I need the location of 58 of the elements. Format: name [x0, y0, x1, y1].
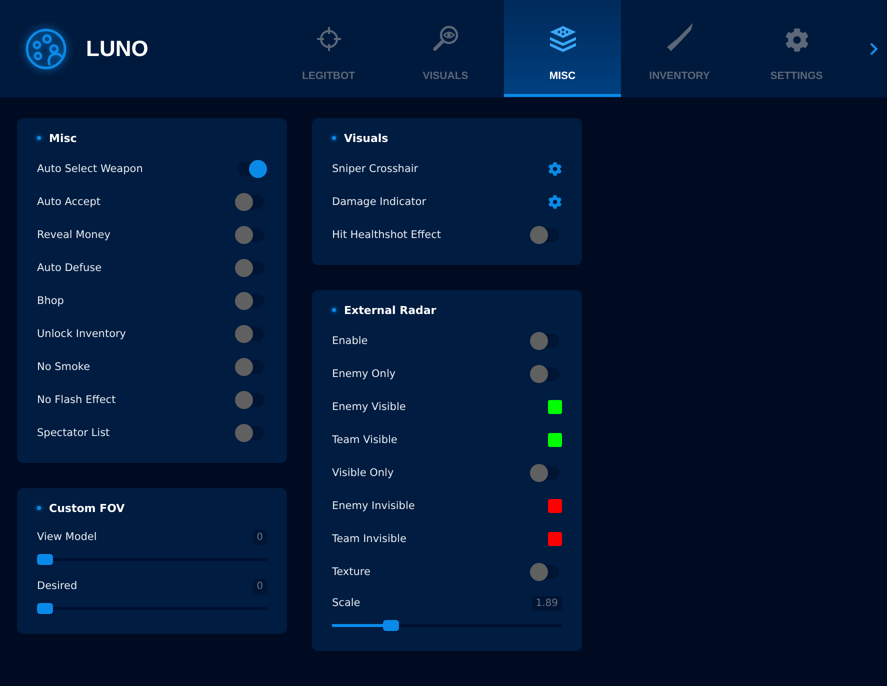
slider-thumb[interactable]	[383, 620, 400, 631]
option-label: Scale	[332, 597, 360, 609]
option-label: Auto Defuse	[37, 262, 102, 274]
option-label: Damage Indicator	[332, 196, 426, 208]
logo-icon	[24, 26, 68, 70]
magnifier-eye-icon	[432, 24, 460, 52]
option-label: Enemy Invisible	[332, 500, 415, 512]
color-swatch[interactable]	[548, 432, 562, 446]
knife-icon	[664, 22, 694, 52]
slider[interactable]	[37, 554, 267, 565]
brand-name: LUNO	[86, 36, 148, 62]
crosshair-icon	[316, 26, 342, 52]
option-label: No Smoke	[37, 360, 90, 372]
settings-icon[interactable]	[548, 194, 562, 208]
option-label: Enemy Visible	[332, 400, 406, 412]
layers-icon	[548, 24, 578, 52]
bullet-icon	[332, 136, 336, 140]
slider-thumb[interactable]	[37, 554, 53, 565]
slider[interactable]	[37, 603, 267, 614]
option-label: Enable	[332, 334, 368, 346]
option-label: Team Visible	[332, 434, 398, 446]
slider-value: 0	[252, 530, 267, 544]
option-label: No Flash Effect	[37, 394, 116, 406]
card-title: External Radar	[344, 304, 436, 316]
nav-tab[interactable]: SETTINGS	[738, 0, 855, 97]
bullet-icon	[37, 506, 41, 510]
nav-tab[interactable]: VISUALS	[387, 0, 504, 97]
option-label: Sniper Crosshair	[332, 162, 418, 174]
slider[interactable]	[332, 620, 562, 631]
settings-icon	[784, 28, 808, 52]
option-label: Auto Accept	[37, 196, 101, 208]
color-swatch[interactable]	[548, 400, 562, 414]
option-label: Bhop	[37, 294, 64, 306]
nav-tab[interactable]: INVENTORY	[621, 0, 738, 97]
option-label: Team Invisible	[332, 532, 406, 544]
option-label: View Model	[37, 531, 97, 543]
slider-value: 1.89	[532, 596, 562, 610]
nav-tab[interactable]: MISC	[504, 0, 621, 97]
slider-value: 0	[252, 578, 267, 594]
option-label: Auto Select Weapon	[37, 162, 143, 174]
color-swatch[interactable]	[548, 498, 562, 512]
slider-thumb[interactable]	[37, 603, 53, 614]
option-label: Unlock Inventory	[37, 328, 126, 340]
bullet-icon	[37, 136, 41, 140]
card-title: Custom FOV	[49, 502, 125, 514]
option-label: Texture	[332, 566, 370, 578]
card-title: Misc	[49, 132, 77, 144]
bullet-icon	[332, 308, 336, 312]
color-swatch[interactable]	[548, 532, 562, 546]
option-label: Desired	[37, 580, 78, 592]
option-label: Hit Healthshot Effect	[332, 228, 441, 240]
settings-icon[interactable]	[548, 162, 562, 176]
card-title: Visuals	[344, 132, 388, 144]
option-label: Reveal Money	[37, 228, 110, 240]
nav-tab[interactable]: LEGITBOT	[270, 0, 387, 97]
option-label: Enemy Only	[332, 368, 396, 380]
option-label: Spectator List	[37, 426, 110, 438]
option-label: Visible Only	[332, 466, 394, 478]
